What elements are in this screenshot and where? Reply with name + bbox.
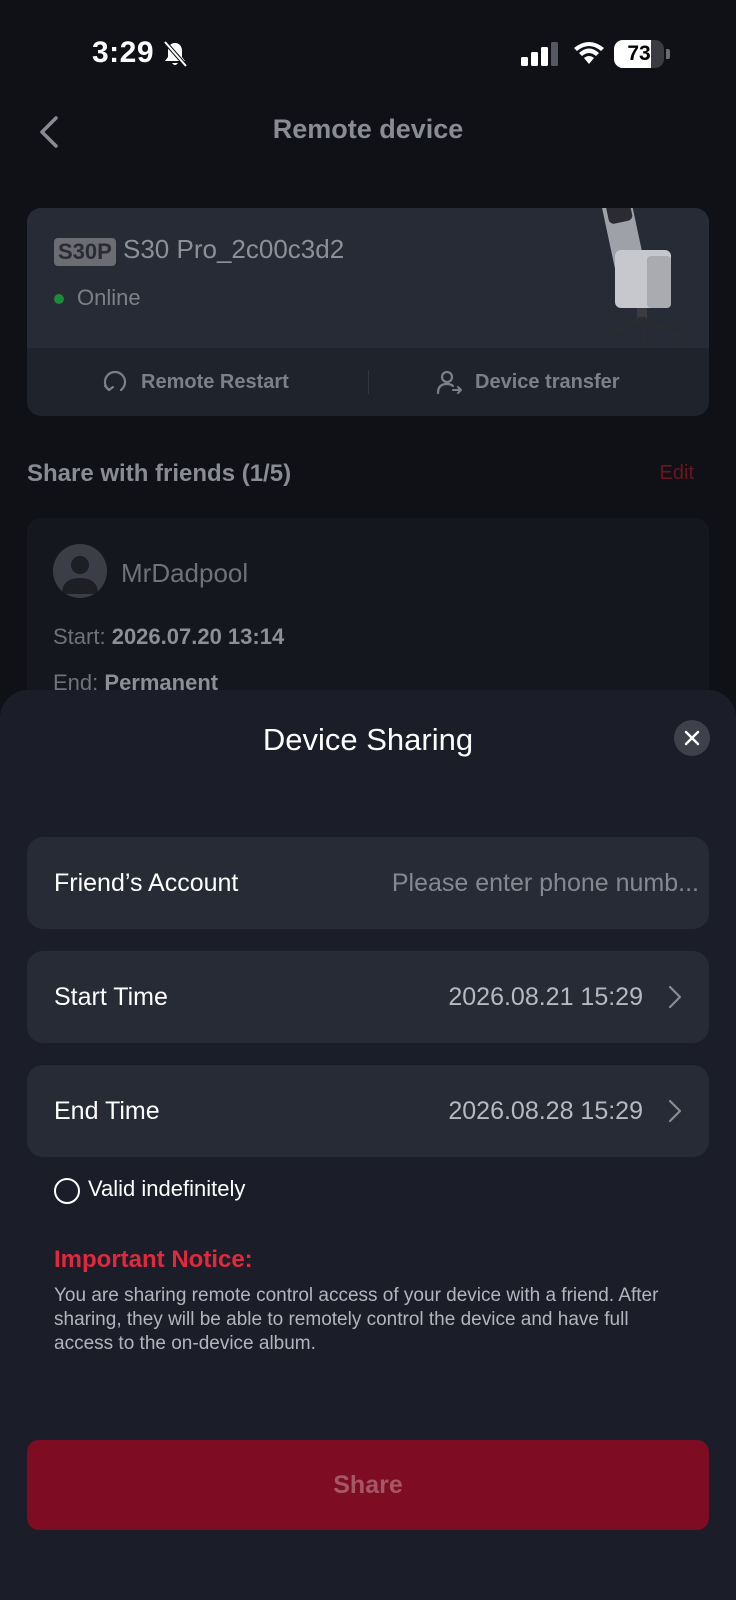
status-bar: 3:29 73 bbox=[0, 0, 736, 108]
device-transfer-button[interactable]: Device transfer bbox=[435, 348, 620, 416]
start-time-row[interactable]: Start Time 2026.08.21 15:29 bbox=[27, 951, 709, 1043]
remote-restart-label: Remote Restart bbox=[141, 370, 289, 393]
device-card: S30P S30 Pro_2c00c3d2 Online Remote Rest… bbox=[27, 208, 709, 416]
notice-text: You are sharing remote control access of… bbox=[54, 1285, 659, 1354]
device-status: Online bbox=[77, 285, 141, 310]
avatar bbox=[53, 544, 107, 598]
friend-start-time: Start: 2026.07.20 13:14 bbox=[53, 624, 284, 650]
valid-indefinitely-radio[interactable] bbox=[54, 1178, 80, 1204]
device-actions: Remote Restart Device transfer bbox=[27, 348, 709, 416]
restart-icon bbox=[103, 370, 127, 392]
close-button[interactable] bbox=[674, 720, 710, 756]
friend-start-label: Start: bbox=[53, 624, 106, 649]
status-time: 3:29 bbox=[92, 36, 155, 69]
share-section-title: Share with friends (1/5) bbox=[27, 460, 292, 487]
friend-name: MrDadpool bbox=[121, 558, 249, 588]
chevron-right-icon bbox=[668, 985, 682, 1009]
device-sharing-sheet: Device Sharing Friend’s Account Start Ti… bbox=[0, 690, 736, 1600]
device-name: S30 Pro_2c00c3d2 bbox=[123, 234, 345, 264]
end-time-row[interactable]: End Time 2026.08.28 15:29 bbox=[27, 1065, 709, 1157]
battery-percent: 73 bbox=[627, 42, 651, 65]
friend-start-value: 2026.07.20 13:14 bbox=[111, 624, 285, 649]
bell-muted-icon bbox=[163, 40, 188, 68]
sheet-title: Device Sharing bbox=[262, 722, 474, 757]
cellular-signal-icon bbox=[521, 42, 558, 66]
device-info: S30P S30 Pro_2c00c3d2 Online bbox=[27, 208, 709, 349]
screen: 3:29 73 Remote device S30P S30 Pro_2c00c… bbox=[0, 0, 736, 1600]
chevron-right-icon bbox=[668, 1099, 682, 1123]
online-status-dot bbox=[54, 294, 64, 304]
share-button-label: Share bbox=[333, 1470, 403, 1499]
valid-indefinitely-label[interactable]: Valid indefinitely bbox=[88, 1176, 245, 1202]
page-title: Remote device bbox=[272, 114, 464, 144]
device-transfer-label: Device transfer bbox=[475, 370, 620, 393]
edit-button[interactable]: Edit bbox=[660, 462, 694, 485]
wifi-icon bbox=[574, 42, 604, 64]
action-divider bbox=[368, 370, 369, 394]
friend-account-field: Friend’s Account bbox=[27, 837, 709, 929]
close-icon bbox=[684, 730, 700, 746]
telescope-device-image bbox=[602, 208, 684, 349]
friend-account-label: Friend’s Account bbox=[54, 869, 239, 897]
end-time-value: 2026.08.28 15:29 bbox=[448, 1097, 643, 1125]
avatar-person-icon bbox=[62, 556, 98, 594]
friend-card[interactable]: MrDadpool Start: 2026.07.20 13:14 End: P… bbox=[27, 518, 709, 718]
end-time-label: End Time bbox=[54, 1097, 160, 1125]
notice-title: Important Notice: bbox=[54, 1246, 253, 1273]
model-badge: S30P bbox=[54, 238, 116, 266]
start-time-value: 2026.08.21 15:29 bbox=[448, 983, 643, 1011]
battery-indicator: 73 bbox=[614, 40, 670, 68]
friend-account-input[interactable] bbox=[337, 837, 699, 929]
share-button[interactable]: Share bbox=[27, 1440, 709, 1530]
start-time-label: Start Time bbox=[54, 983, 168, 1011]
remote-restart-button[interactable]: Remote Restart bbox=[101, 348, 289, 416]
user-transfer-icon bbox=[436, 370, 462, 395]
